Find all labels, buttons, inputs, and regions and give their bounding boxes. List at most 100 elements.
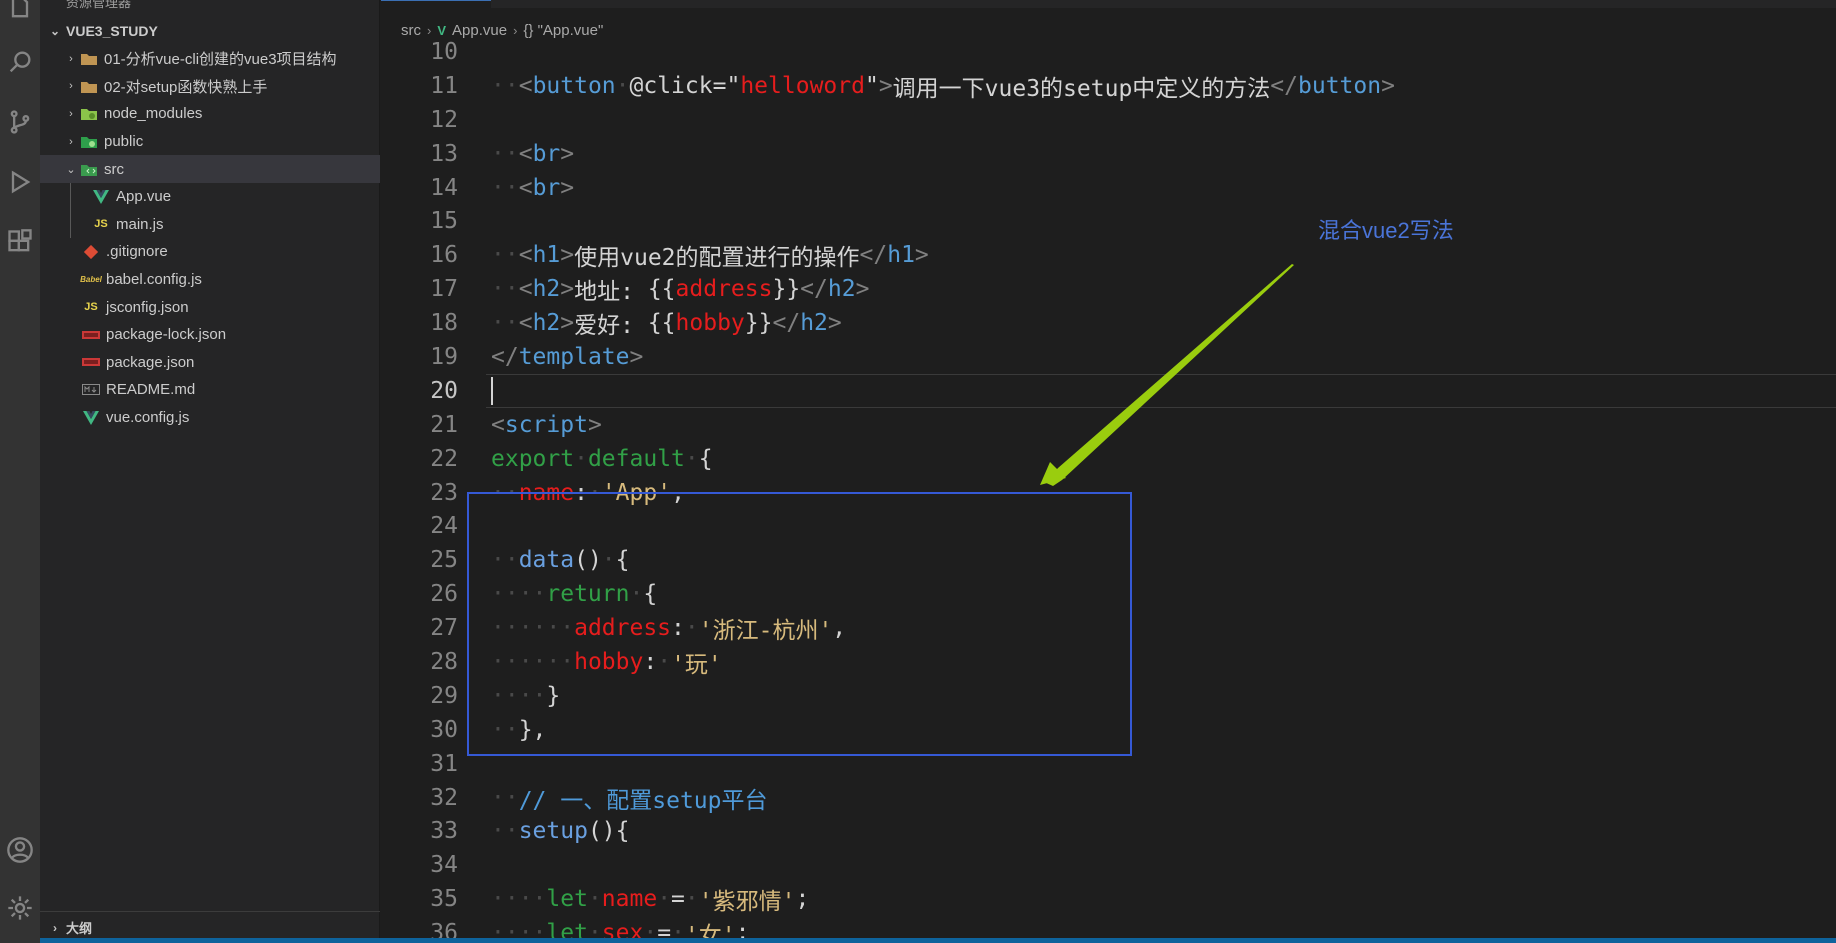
git-icon — [80, 243, 102, 261]
line-number: 29 — [430, 682, 458, 709]
chevron-right-icon: › — [69, 135, 73, 148]
code-line: 16 ·· < h1 > 使用vue2的配置进行的操作 </h1 > — [381, 238, 1836, 272]
tree-item-label: public — [104, 133, 144, 151]
tree-item-label: 02-对setup函数快熟上手 — [104, 78, 268, 96]
tree-item-label: package.json — [106, 353, 195, 371]
explorer-icon[interactable] — [0, 0, 40, 28]
indent-guide — [70, 182, 71, 211]
line-number: 35 — [430, 886, 458, 913]
chevron-down-icon: ⌄ — [66, 163, 76, 176]
line-number: 23 — [430, 479, 458, 506]
chevron-down-icon: ⌄ — [49, 24, 61, 38]
code-text: ·· < h1 > 使用vue2的配置进行的操作 </h1 > — [491, 242, 929, 272]
tree-item-package-lock[interactable]: package-lock.json — [40, 321, 380, 349]
line-number: 27 — [430, 615, 458, 642]
line-number: 31 — [430, 750, 458, 777]
folder-icon — [78, 77, 100, 95]
tab-app-vue[interactable] — [381, 0, 491, 8]
annotation-label: 混合vue2写法 — [1318, 218, 1454, 243]
code-text: ·· < h2 > 爱好: {{hobby}} </h2 > — [491, 310, 842, 340]
outline-label: 大纲 — [66, 921, 93, 936]
workspace-root[interactable]: ⌄ VUE3_STUDY — [40, 18, 380, 44]
code-text: export · default ·{ — [491, 445, 713, 472]
tree-item-babel-config[interactable]: Babel babel.config.js — [40, 266, 380, 294]
line-number: 10 — [430, 38, 458, 65]
code-editor[interactable]: src › V App.vue › {} "App.vue" 10 11 ·· <… — [381, 0, 1836, 943]
code-text: < script > — [491, 411, 602, 438]
code-line: 35 ···· let · name · = · '紫邪情'; — [381, 882, 1836, 916]
extensions-icon[interactable] — [0, 222, 40, 262]
tree-item-folder-02[interactable]: › 02-对setup函数快熟上手 — [40, 73, 380, 101]
tree-item-main-js[interactable]: JS main.js — [40, 210, 380, 239]
tree-item-folder-01[interactable]: › 01-分析vue-cli创建的vue3项目结构 — [40, 45, 380, 73]
code-line: 15 — [381, 204, 1836, 238]
tree-item-readme[interactable]: README.md — [40, 376, 380, 404]
line-number: 18 — [430, 310, 458, 337]
tree-item-label: vue.config.js — [106, 409, 190, 427]
tree-item-label: App.vue — [116, 188, 172, 206]
folder-icon — [78, 50, 100, 68]
tree-item-gitignore[interactable]: .gitignore — [40, 238, 380, 266]
code-line: 11 ·· < button · @click = " helloword " > 调用一下vue3… — [381, 69, 1836, 103]
account-icon[interactable] — [0, 830, 40, 870]
run-debug-icon[interactable] — [0, 162, 40, 202]
npm-icon — [80, 353, 102, 371]
code-line: 12 — [381, 103, 1836, 137]
tree-item-package-json[interactable]: package.json — [40, 349, 380, 377]
line-number: 12 — [430, 106, 458, 133]
npm-icon — [80, 326, 102, 344]
explorer-title: 资源管理器 — [66, 0, 132, 10]
line-number: 22 — [430, 445, 458, 472]
indent-guide — [70, 210, 71, 239]
line-number: 34 — [430, 852, 458, 879]
code-line: 33 ·· setup(){ — [381, 814, 1836, 848]
tree-item-label: main.js — [116, 215, 164, 233]
line-number: 17 — [430, 276, 458, 303]
code-line: 32 ··// 一、配置setup平台 — [381, 781, 1836, 815]
line-number: 32 — [430, 784, 458, 811]
line-number: 24 — [430, 513, 458, 540]
tree-item-label: src — [104, 160, 124, 178]
settings-gear-icon[interactable] — [0, 888, 40, 928]
vue-config-icon — [80, 409, 102, 427]
tree-item-label: README.md — [106, 381, 196, 399]
code-line: 10 — [381, 35, 1836, 69]
source-control-icon[interactable] — [0, 102, 40, 142]
line-number: 21 — [430, 411, 458, 438]
node-folder-icon — [78, 105, 100, 123]
tree-item-label: 01-分析vue-cli创建的vue3项目结构 — [104, 51, 337, 69]
code-text: ·· setup(){ — [491, 818, 630, 845]
code-line-current: 20 — [381, 373, 1836, 408]
code-line: 14 ·· < br > — [381, 171, 1836, 205]
line-number: 19 — [430, 343, 458, 370]
status-bar — [40, 938, 1836, 943]
babel-icon: Babel — [80, 275, 102, 285]
annotation-highlight-box — [467, 492, 1132, 756]
line-number: 16 — [430, 242, 458, 269]
tree-item-app-vue[interactable]: App.vue — [40, 182, 380, 211]
code-text: ·· < button · @click = " helloword " > 调用一下vue3的se… — [491, 72, 1395, 102]
line-number: 26 — [430, 581, 458, 608]
code-line: 22 export · default ·{ — [381, 442, 1836, 476]
tree-item-label: jsconfig.json — [106, 298, 189, 316]
tree-item-label: babel.config.js — [106, 271, 202, 289]
text-caret — [491, 376, 493, 405]
file-tree: › 01-分析vue-cli创建的vue3项目结构 › 02-对setup函数快… — [40, 45, 380, 431]
line-number: 33 — [430, 818, 458, 845]
search-icon[interactable] — [0, 42, 40, 82]
tree-item-src[interactable]: ⌄ src — [40, 155, 380, 183]
tree-item-jsconfig[interactable]: JS jsconfig.json — [40, 293, 380, 321]
code-text: </template > — [491, 343, 644, 370]
tree-item-vue-config[interactable]: vue.config.js — [40, 404, 380, 432]
line-number: 30 — [430, 716, 458, 743]
line-number: 11 — [430, 72, 458, 99]
line-number: 25 — [430, 547, 458, 574]
code-line: 17 ·· < h2 > 地址: {{address}} </h2 > — [381, 272, 1836, 306]
chevron-right-icon: › — [69, 107, 73, 120]
tree-item-public[interactable]: › public — [40, 128, 380, 156]
code-line: 21 < script > — [381, 408, 1836, 442]
vue-icon — [90, 188, 112, 206]
tree-item-node-modules[interactable]: › node_modules — [40, 100, 380, 128]
line-number: 14 — [430, 174, 458, 201]
line-number: 15 — [430, 208, 458, 235]
